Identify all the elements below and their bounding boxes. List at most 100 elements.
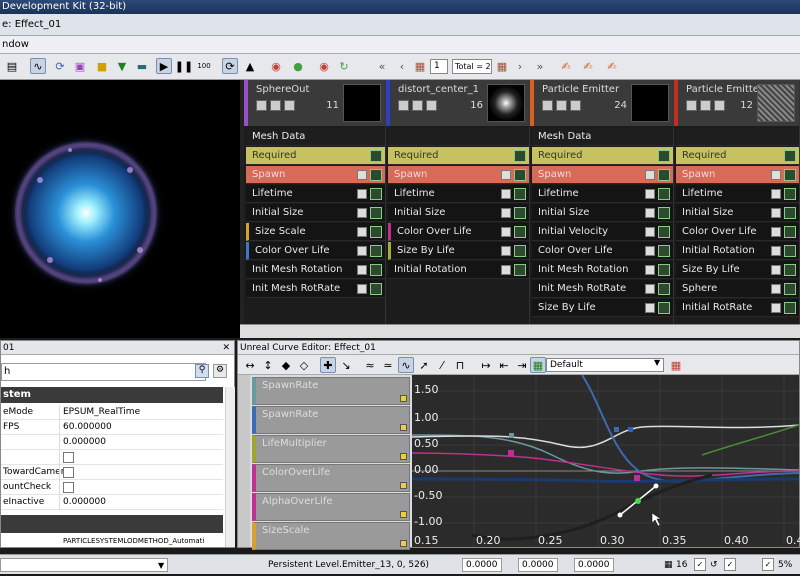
module-row[interactable]: Init Mesh RotRate	[532, 280, 673, 298]
curve-graph-icon[interactable]	[514, 169, 526, 181]
module-row[interactable]: Color Over Life	[676, 223, 799, 241]
module-row[interactable]	[676, 128, 799, 146]
property-checkbox[interactable]	[63, 482, 74, 493]
curve-graph-icon[interactable]	[658, 188, 670, 200]
curve-graph-icon[interactable]	[514, 245, 526, 257]
module-enable-checkbox[interactable]	[501, 208, 511, 218]
emitter-toggle-checkbox[interactable]	[426, 100, 437, 111]
module-row[interactable]: Spawn	[676, 166, 799, 184]
curve-graph-icon[interactable]	[784, 283, 796, 295]
emitter-header[interactable]: distort_center_1 16	[386, 80, 529, 126]
curve-graph-icon[interactable]	[658, 302, 670, 314]
thumbnail-icon[interactable]: ▼	[114, 58, 130, 74]
module-row[interactable]: Spawn	[246, 166, 385, 184]
background-color-icon[interactable]: ▲	[242, 58, 258, 74]
property-value[interactable]: EPSUM_RealTime	[63, 405, 140, 420]
module-enable-checkbox[interactable]	[501, 265, 511, 275]
curve-graph-icon[interactable]	[784, 150, 796, 162]
grid-size[interactable]: 16	[676, 555, 687, 575]
module-row[interactable]: Required	[676, 147, 799, 165]
curve-visibility-toggle[interactable]	[400, 453, 407, 460]
curve-track-label[interactable]: ColorOverLife	[252, 464, 410, 492]
emitter-toggle-checkbox[interactable]	[284, 100, 295, 111]
curve-graph-icon[interactable]	[370, 188, 382, 200]
module-row[interactable]: Lifetime	[388, 185, 529, 203]
coord-y-field[interactable]: 0.0000	[518, 558, 558, 572]
fit-all-icon[interactable]: ◆	[278, 357, 294, 373]
curve-graph-icon[interactable]	[370, 226, 382, 238]
show-all-icon[interactable]: ⇥	[514, 357, 530, 373]
flatten-icon[interactable]: ↦	[478, 357, 494, 373]
curve-graph-icon[interactable]	[784, 226, 796, 238]
lod-page-input[interactable]: 1	[430, 59, 448, 74]
property-checkbox[interactable]	[63, 452, 74, 463]
module-row[interactable]: Initial Rotation	[388, 261, 529, 279]
lod-method-value[interactable]: PARTICLESYSTEMLODMETHOD_Automati	[63, 535, 223, 547]
curve-graph-icon[interactable]	[658, 169, 670, 181]
module-enable-checkbox[interactable]	[645, 227, 655, 237]
module-row[interactable]: Initial Size	[388, 204, 529, 222]
emitter-toggle-checkbox[interactable]	[398, 100, 409, 111]
pan-mode-icon[interactable]: ✚	[320, 357, 336, 373]
curve-preset-select[interactable]: Default	[546, 358, 664, 372]
module-enable-checkbox[interactable]	[501, 246, 511, 256]
fit-vertical-icon[interactable]: ↕	[260, 357, 276, 373]
property-value[interactable]: 0.000000	[63, 435, 106, 450]
module-enable-checkbox[interactable]	[771, 170, 781, 180]
user-tangent-icon[interactable]: ∿	[398, 357, 414, 373]
document-tab[interactable]: e: Effect_01	[2, 19, 61, 30]
property-checkbox[interactable]	[63, 467, 74, 478]
curve-visibility-toggle[interactable]	[400, 424, 407, 431]
save-icon[interactable]: ▤	[4, 58, 20, 74]
filter-icon[interactable]: ⚙	[213, 364, 227, 378]
pause-icon[interactable]: ❚❚	[175, 58, 193, 74]
module-enable-checkbox[interactable]	[357, 227, 367, 237]
emitter-column[interactable]: Particle Emitter 24 Mesh Data Required Spawn…	[530, 80, 674, 338]
delete-tab-icon[interactable]: ▦	[668, 357, 684, 373]
module-enable-checkbox[interactable]	[501, 227, 511, 237]
module-row[interactable]: Lifetime	[532, 185, 673, 203]
next-lod-icon[interactable]: ›	[512, 58, 528, 74]
property-search-input[interactable]: h	[1, 363, 206, 381]
chevron-down-icon[interactable]: ▼	[158, 556, 164, 576]
coord-x-field[interactable]: 0.0000	[462, 558, 502, 572]
module-enable-checkbox[interactable]	[357, 265, 367, 275]
lod-icon[interactable]: ▬	[134, 58, 150, 74]
module-row[interactable]: Initial Velocity	[532, 223, 673, 241]
module-enable-checkbox[interactable]	[357, 189, 367, 199]
rotation-snap-icon[interactable]: ↺	[710, 555, 718, 575]
module-row[interactable]: Size By Life	[676, 261, 799, 279]
speed-icon[interactable]: 100	[196, 58, 212, 74]
linear-icon[interactable]: ⁄	[434, 357, 450, 373]
module-enable-checkbox[interactable]	[357, 170, 367, 180]
property-row[interactable]: eInactive 0.000000	[1, 495, 223, 510]
emitter-toggle-checkbox[interactable]	[556, 100, 567, 111]
property-row[interactable]: TowardCamera	[1, 465, 223, 480]
curve-graph-icon[interactable]	[658, 226, 670, 238]
curve-visibility-toggle[interactable]	[400, 540, 407, 547]
regen-lower-lod-icon[interactable]: ✍	[580, 58, 596, 74]
emitter-column[interactable]: Particle Emitter 12 Required Spawn Lifetime I…	[674, 80, 800, 338]
emitter-toggle-checkbox[interactable]	[270, 100, 281, 111]
curve-graph-icon[interactable]	[370, 169, 382, 181]
constant-icon[interactable]: ⊓	[452, 357, 468, 373]
restart-icon[interactable]: ⟳	[52, 58, 68, 74]
curve-visibility-toggle[interactable]	[400, 511, 407, 518]
prev-lod-icon[interactable]: ‹	[394, 58, 410, 74]
module-enable-checkbox[interactable]	[771, 303, 781, 313]
delete-lod-icon[interactable]: ✍	[604, 58, 620, 74]
module-enable-checkbox[interactable]	[357, 208, 367, 218]
module-row[interactable]: Mesh Data	[532, 128, 673, 146]
lod-insert-icon[interactable]: ▦	[494, 58, 510, 74]
scale-snap-checkbox[interactable]: ✓	[762, 558, 774, 571]
module-row[interactable]: Init Mesh Rotation	[532, 261, 673, 279]
curve-graph-icon[interactable]	[784, 207, 796, 219]
module-enable-checkbox[interactable]	[771, 227, 781, 237]
orbit-icon[interactable]: ●	[290, 58, 306, 74]
curve-graph-icon[interactable]	[658, 150, 670, 162]
straighten-icon[interactable]: ⇤	[496, 357, 512, 373]
regen-lod-icon[interactable]: ✍	[558, 58, 574, 74]
curve-graph-icon[interactable]	[784, 169, 796, 181]
curve-graph-icon[interactable]	[514, 264, 526, 276]
curve-visibility-toggle[interactable]	[400, 395, 407, 402]
